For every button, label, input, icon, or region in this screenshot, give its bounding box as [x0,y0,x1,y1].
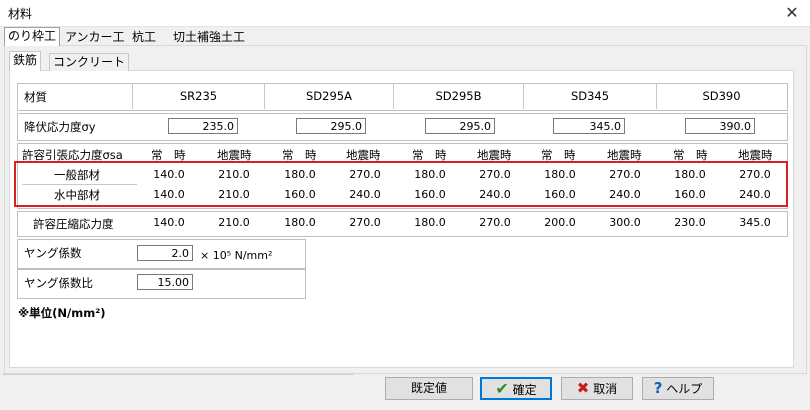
compressive-4: 270.0 [349,216,381,229]
tab-soil-reinforcement[interactable]: 切土補強土工 [170,29,248,45]
ok-button[interactable]: ✔ 確定 [480,377,552,400]
close-icon[interactable]: ✕ [782,3,802,23]
yield-input-sd345[interactable] [553,118,625,134]
help-label: ヘルプ [666,382,703,396]
grade-sd295b: SD295B [435,89,482,103]
cross-icon: ✖ [576,379,590,397]
compressive-10: 345.0 [739,216,771,229]
tab-anchor[interactable]: アンカー工 [62,29,128,45]
unit-note: ※単位(N/mm²) [18,306,106,320]
compressive-8: 300.0 [609,216,641,229]
compressive-2: 210.0 [218,216,250,229]
compressive-label: 許容圧縮応力度 [33,217,114,231]
grade-sd295a: SD295A [306,89,352,103]
material-label: 材質 [24,90,47,104]
compressive-3: 180.0 [284,216,316,229]
yield-row [17,113,788,141]
compressive-9: 230.0 [674,216,706,229]
tab-pile[interactable]: 杭工 [129,29,159,45]
status-area [2,374,354,405]
default-values-button[interactable]: 既定値 [385,377,473,400]
grade-sr235: SR235 [179,89,218,103]
highlight-frame [14,161,788,207]
yield-input-sd295a[interactable] [296,118,366,134]
tab-rebar[interactable]: 鉄筋 [9,51,42,71]
compressive-5: 180.0 [414,216,446,229]
yield-label: 降伏応力度σy [24,120,96,134]
tab-noriwaku[interactable]: のり枠工 [4,27,61,46]
grade-sd345: SD345 [570,89,610,103]
yield-input-sr235[interactable] [168,118,238,134]
young-ratio-input[interactable] [137,274,193,290]
compressive-7: 200.0 [544,216,576,229]
check-icon: ✔ [495,379,509,398]
question-icon: ? [653,379,663,397]
young-ratio-label: ヤング係数比 [24,276,93,290]
grade-sd390: SD390 [702,89,741,103]
young-input[interactable] [137,245,193,261]
help-button[interactable]: ? ヘルプ [642,377,714,400]
cancel-button[interactable]: ✖ 取消 [561,377,633,400]
young-unit: × 10⁵ N/mm² [200,249,273,262]
title-bar [0,0,810,27]
yield-input-sd295b[interactable] [425,118,495,134]
window-title: 材料 [8,7,33,21]
tab-concrete[interactable]: コンクリート [49,53,130,71]
young-label: ヤング係数 [24,246,82,260]
cancel-label: 取消 [593,382,618,396]
yield-input-sd390[interactable] [685,118,755,134]
compressive-1: 140.0 [153,216,185,229]
compressive-6: 270.0 [479,216,511,229]
ok-label: 確定 [512,383,537,397]
